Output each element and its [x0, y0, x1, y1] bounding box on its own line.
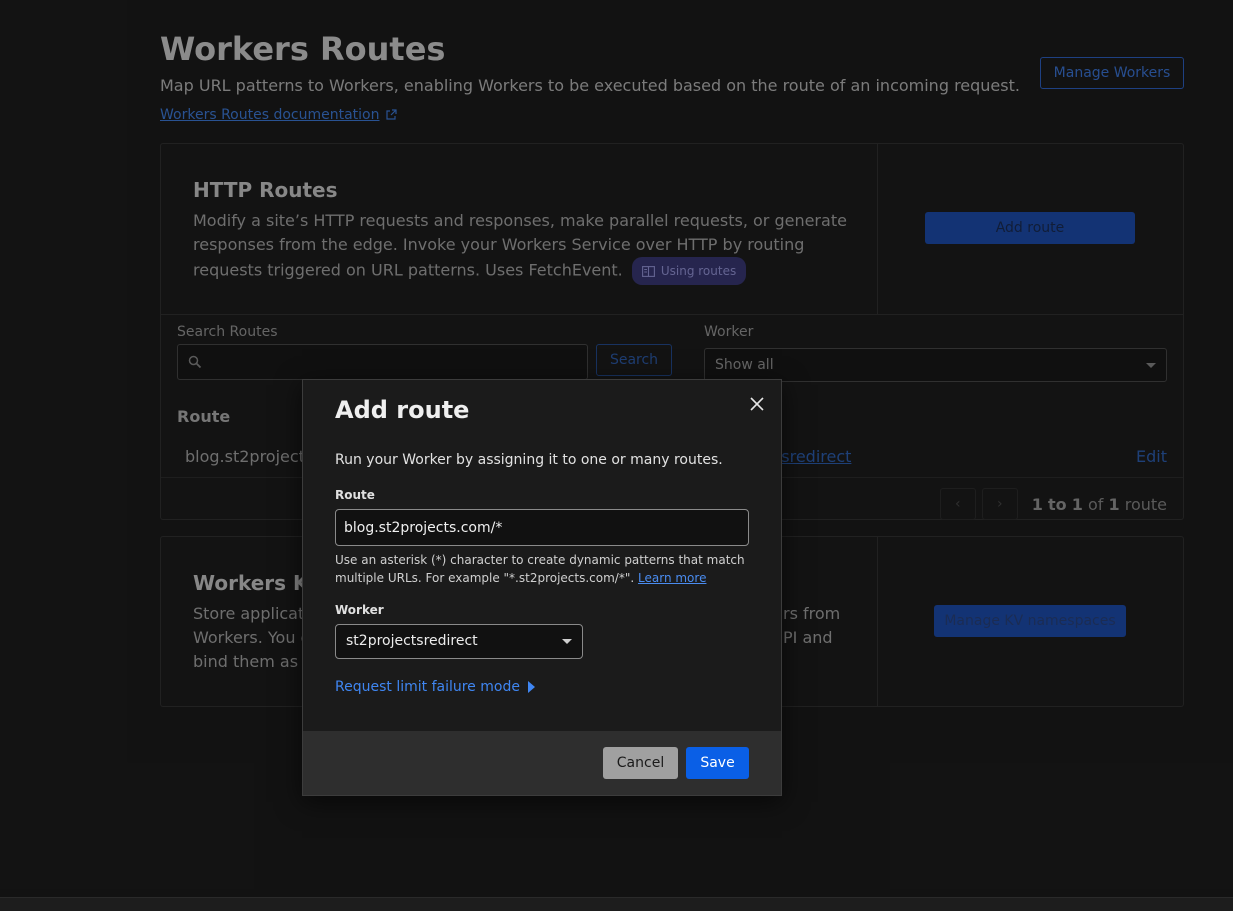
chevron-down-icon — [562, 639, 572, 644]
save-button[interactable]: Save — [686, 747, 749, 779]
worker-select[interactable]: st2projectsredirect — [335, 624, 583, 659]
route-help-text: Use an asterisk (*) character to create … — [335, 551, 755, 587]
caret-right-icon — [527, 681, 535, 693]
worker-field-label: Worker — [335, 603, 384, 617]
request-limit-failure-mode-toggle[interactable]: Request limit failure mode — [335, 679, 535, 695]
dialog-intro: Run your Worker by assigning it to one o… — [335, 452, 723, 468]
add-route-dialog: Add route Run your Worker by assigning i… — [302, 379, 782, 796]
worker-select-value: st2projectsredirect — [346, 633, 478, 649]
close-icon — [750, 397, 764, 411]
learn-more-link[interactable]: Learn more — [638, 571, 706, 585]
request-limit-label: Request limit failure mode — [335, 679, 520, 695]
cancel-button[interactable]: Cancel — [603, 747, 678, 779]
dialog-footer: Cancel Save — [303, 731, 781, 795]
close-dialog-button[interactable] — [747, 394, 767, 414]
dialog-title: Add route — [335, 396, 470, 424]
footer-divider — [0, 897, 1233, 898]
route-field-label: Route — [335, 488, 375, 502]
route-input[interactable] — [335, 509, 749, 546]
